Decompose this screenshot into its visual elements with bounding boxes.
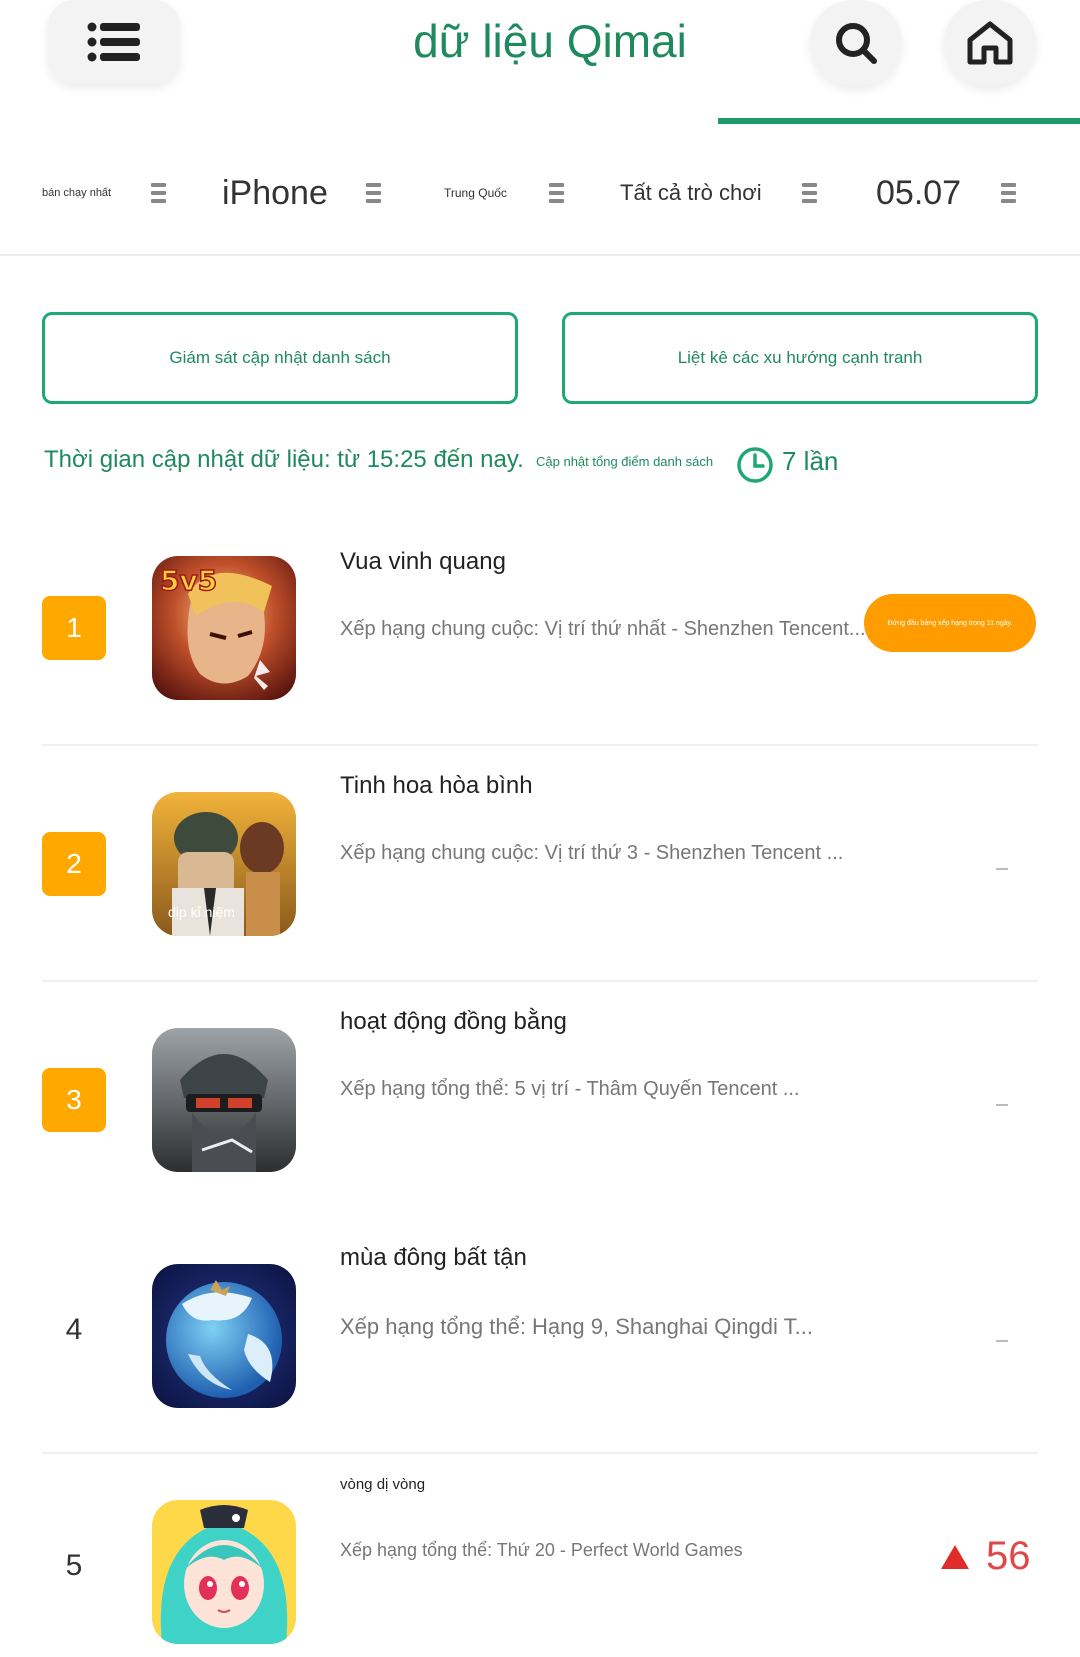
tab-indicator	[718, 118, 1080, 124]
search-button[interactable]	[810, 0, 902, 86]
filter-date[interactable]: 05.07	[876, 130, 1017, 256]
list-item[interactable]: 5 vòng dị vòng Xếp hạng tổng thể: Thứ 20…	[0, 1454, 1080, 1657]
filter-ranking[interactable]: bán chạy nhất	[42, 130, 167, 256]
app-name: Tinh hoa hòa bình	[340, 772, 533, 799]
list-item[interactable]: 1 5v5 Vua vinh quang Xếp hạng chung cuộc…	[0, 510, 1080, 746]
hamburger-icon	[1001, 183, 1017, 203]
rank-change-value: 56	[986, 1534, 1031, 1578]
home-icon	[967, 21, 1013, 65]
app-name: mùa đông bất tận	[340, 1244, 527, 1271]
peacekeeper-elite-icon: dịp kỉ niệm	[152, 792, 296, 936]
filter-device[interactable]: iPhone	[222, 130, 381, 256]
hamburger-icon	[548, 183, 564, 203]
app-description: Xếp hạng chung cuộc: Vị trí thứ nhất - S…	[340, 618, 866, 640]
clock-icon	[737, 447, 773, 483]
rank-badge: 3	[42, 1068, 106, 1132]
search-icon	[836, 23, 877, 64]
app-name: hoạt động đồng bằng	[340, 1008, 567, 1035]
status-badge: Đứng đầu bảng xếp hạng trong 11 ngày.	[864, 594, 1036, 652]
list-item[interactable]: 4 mùa đông bất tận Xếp hạng tổng thể: Hạ…	[0, 1218, 1080, 1454]
filter-ranking-label: bán chạy nhất	[42, 187, 112, 199]
list-item[interactable]: 2 dịp kỉ niệm Tinh hoa hòa bình Xếp hạng…	[0, 746, 1080, 982]
filter-country[interactable]: Trung Quốc	[444, 130, 564, 256]
rank-change-none	[996, 868, 1008, 870]
competition-trends-button[interactable]: Liệt kê các xu hướng cạnh tranh	[562, 312, 1038, 404]
hamburger-icon	[365, 183, 381, 203]
rank-badge: 1	[42, 596, 106, 660]
rank-change: 56	[940, 1534, 1031, 1579]
honor-of-kings-icon: 5v5	[152, 556, 296, 700]
filter-device-label: iPhone	[222, 173, 328, 212]
top-bar: dữ liệu Qimai	[0, 0, 1080, 124]
app-description: Xếp hạng tổng thể: 5 vị trí - Thâm Quyến…	[340, 1078, 800, 1100]
delta-force-icon	[152, 1028, 296, 1172]
app-description: Xếp hạng chung cuộc: Vị trí thứ 3 - Shen…	[340, 842, 844, 864]
app-name: Vua vinh quang	[340, 548, 506, 575]
rank-change-none	[996, 1104, 1008, 1106]
hamburger-icon	[801, 183, 817, 203]
monitor-updates-button[interactable]: Giám sát cập nhật danh sách	[42, 312, 518, 404]
app-description: Xếp hạng tổng thể: Thứ 20 - Perfect Worl…	[340, 1540, 743, 1560]
svg-text:5v5: 5v5	[160, 564, 217, 597]
endless-winter-icon	[152, 1264, 296, 1408]
update-time-text: Thời gian cập nhật dữ liệu: từ 15:25 đến…	[44, 446, 524, 473]
up-arrow-icon	[941, 1544, 969, 1569]
update-count: 7 lần	[782, 446, 839, 476]
rank-number: 4	[65, 1313, 83, 1346]
page-title: dữ liệu Qimai	[413, 15, 687, 67]
update-total-label: Cập nhật tổng điểm danh sách	[536, 454, 714, 469]
filter-bar: bán chạy nhất iPhone Trung Quốc Tất cả t…	[0, 130, 1080, 256]
hamburger-icon	[151, 183, 167, 203]
anime-girl-icon	[152, 1500, 296, 1644]
filter-country-label: Trung Quốc	[444, 186, 507, 200]
filter-category-label: Tất cả trò chơi	[620, 180, 762, 205]
rank-number: 5	[65, 1549, 83, 1582]
app-description: Xếp hạng tổng thể: Hạng 9, Shanghai Qing…	[340, 1314, 813, 1339]
rank-badge: 2	[42, 832, 106, 896]
filter-date-label: 05.07	[876, 173, 962, 212]
app-name: vòng dị vòng	[340, 1476, 426, 1493]
list-item[interactable]: 3 hoạt động đồng bằng Xếp hạng tổng thể:…	[0, 982, 1080, 1218]
home-button[interactable]	[944, 0, 1036, 86]
rank-change-none	[996, 1340, 1008, 1342]
icon-caption: dịp kỉ niệm	[168, 904, 235, 920]
filter-category[interactable]: Tất cả trò chơi	[620, 130, 817, 256]
